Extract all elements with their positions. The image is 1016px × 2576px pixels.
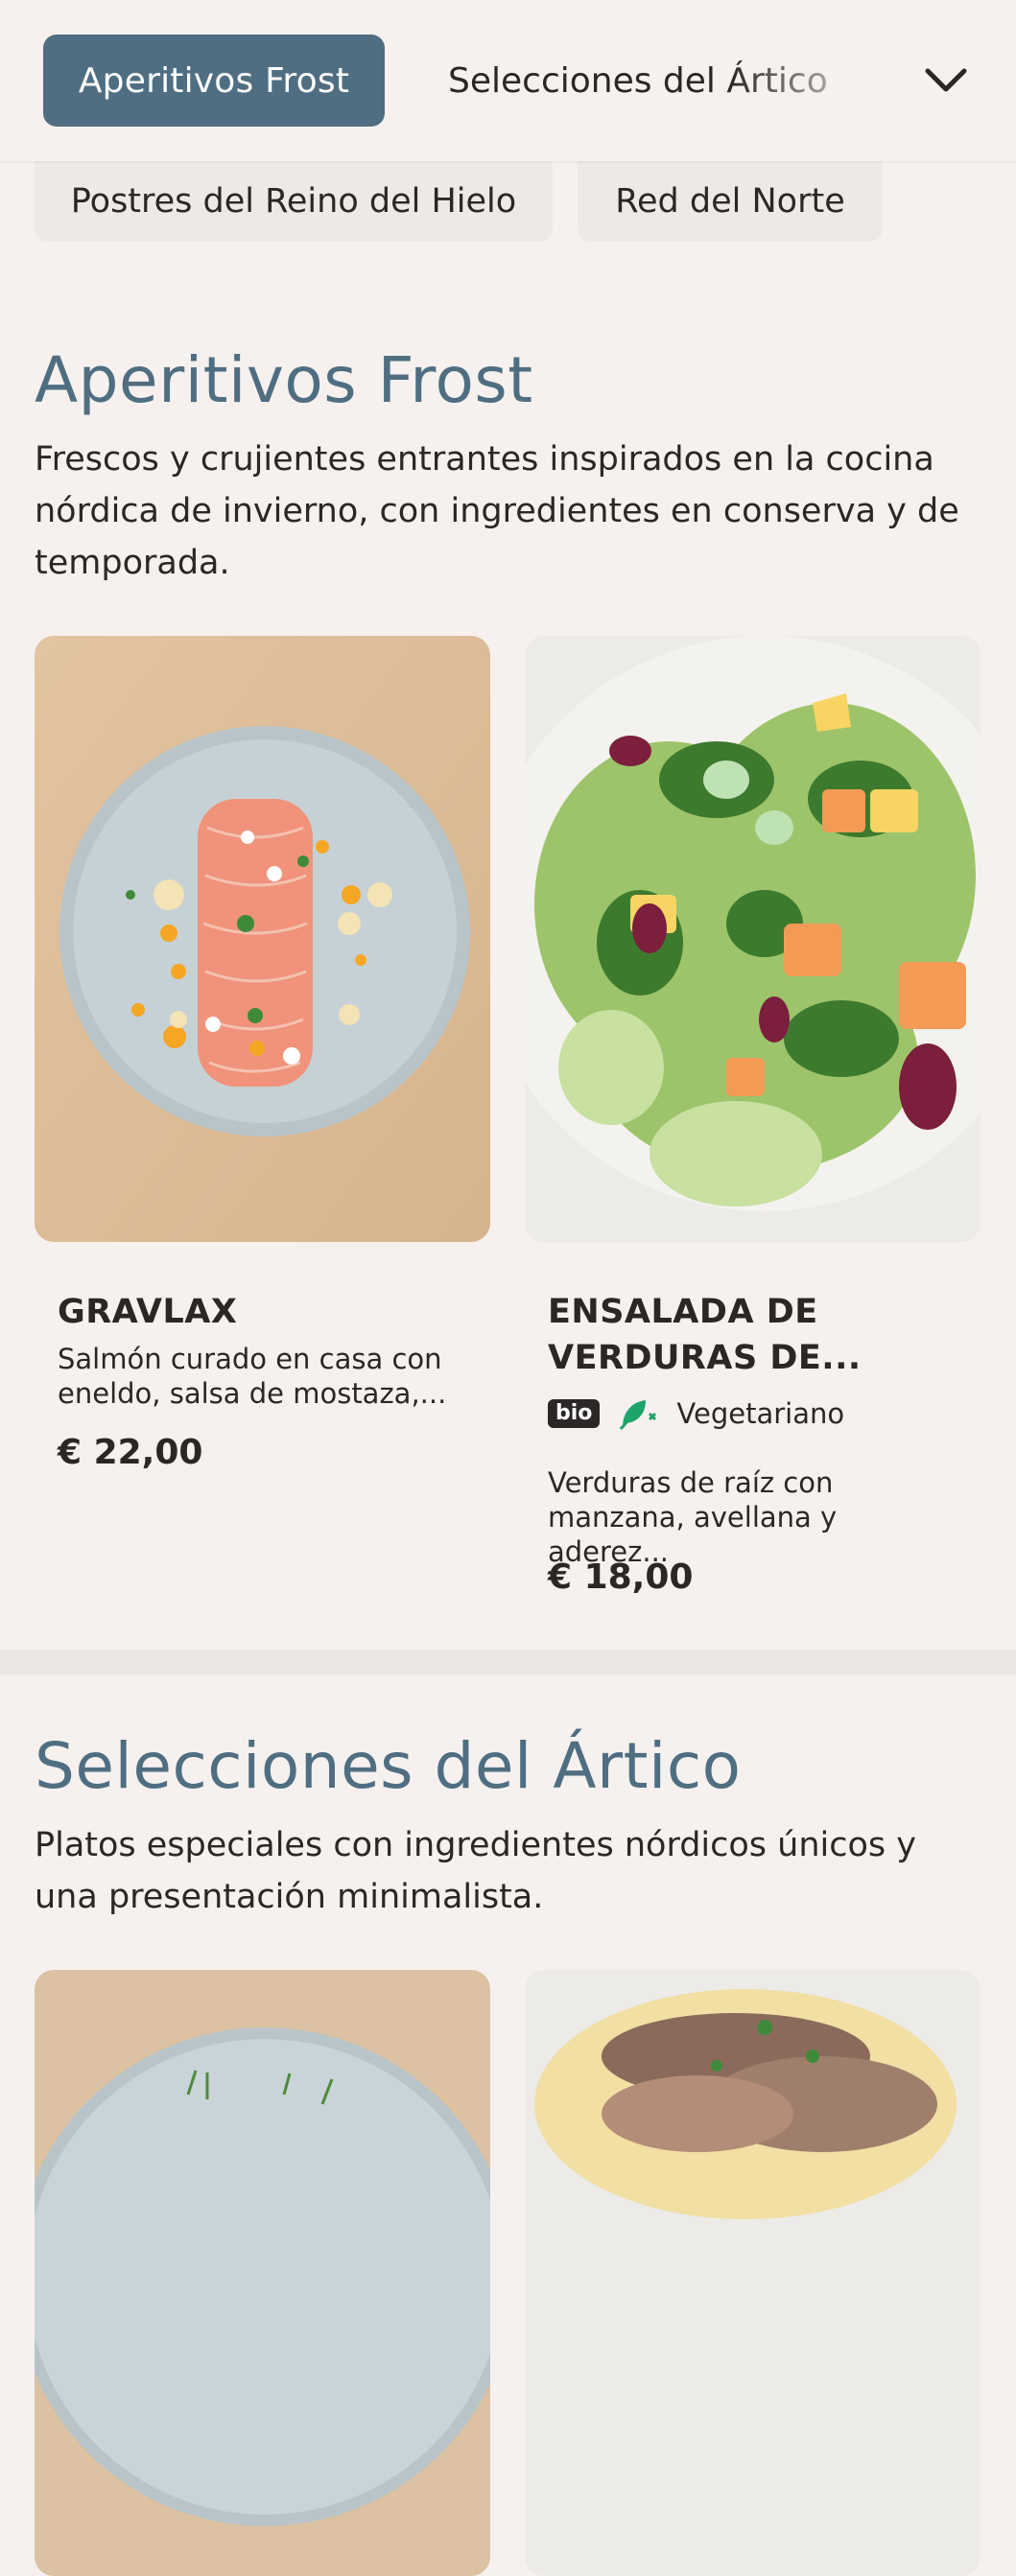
chevron-down-icon[interactable] [919,56,973,105]
category-nav: Aperitivos Frost Selecciones del Ártico [0,0,1016,161]
item-price: € 22,00 [58,1433,203,1472]
item-description: Verduras de raíz con manzana, avellana y… [548,1466,838,1568]
dish-image[interactable] [525,1970,981,2576]
section-divider [0,1650,1016,1674]
section-description: Frescos y crujientes entrantes inspirado… [35,440,959,582]
item-name: ENSALADA DE VERDURAS DE... [548,1293,862,1377]
tab-fade-overlay [729,0,921,161]
veggie-leaf-icon [617,1396,659,1431]
diet-label: Vegetariano [676,1397,845,1430]
item-name: GRAVLAX [58,1293,238,1331]
chip-red-del-norte[interactable]: Red del Norte [578,161,883,242]
item-tags: bio Vegetariano [548,1396,844,1431]
section-title: Selecciones del Ártico [35,1729,742,1803]
gravlax-image[interactable] [35,636,490,1242]
bio-badge: bio [548,1399,601,1428]
dish-image[interactable] [35,1970,490,2576]
tab-aperitivos-frost[interactable]: Aperitivos Frost [43,35,385,127]
chip-postres-reino-hielo[interactable]: Postres del Reino del Hielo [35,161,553,242]
item-price: € 18,00 [548,1557,694,1597]
item-description: Salmón curado en casa con eneldo, salsa … [58,1343,447,1410]
salad-image[interactable] [525,636,981,1242]
section-title: Aperitivos Frost [35,343,533,417]
section-description: Platos especiales con ingredientes nórdi… [35,1826,916,1916]
